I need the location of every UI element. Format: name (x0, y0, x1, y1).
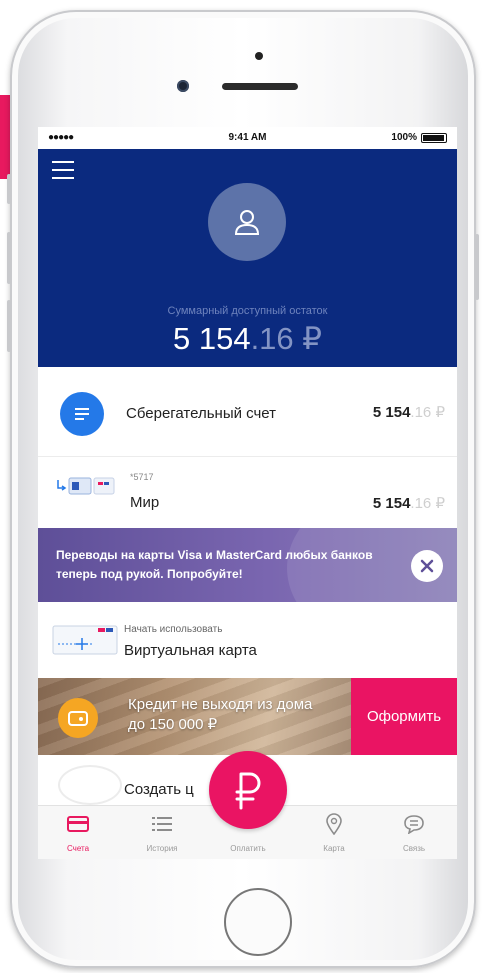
hamburger-icon[interactable] (52, 161, 74, 179)
apply-button[interactable]: Оформить (351, 678, 457, 755)
balance-integer: 5 154 (172, 321, 251, 356)
pay-button[interactable] (209, 751, 287, 829)
tab-history[interactable]: История (122, 806, 202, 859)
close-icon[interactable] (411, 550, 443, 582)
card-thumbnail-icon (57, 477, 115, 495)
account-row-savings[interactable]: Сберегательный счет 5 154.16 ₽ (38, 367, 457, 457)
chat-icon (402, 812, 426, 836)
map-pin-icon (322, 812, 346, 836)
phone-side-button (7, 174, 11, 204)
balance-caption: Суммарный доступный остаток (167, 305, 328, 317)
tab-accounts[interactable]: Счета (38, 806, 118, 859)
wallet-icon (58, 698, 98, 738)
earpiece-speaker (222, 83, 298, 90)
home-button[interactable] (224, 888, 292, 956)
list-icon (150, 812, 174, 836)
credit-banner[interactable]: Кредит не выходя из дома до 150 000 ₽ Оф… (38, 678, 457, 755)
piggy-bank-icon (58, 765, 122, 805)
proximity-sensor (255, 52, 263, 60)
card-number-mask: *5717 (130, 472, 154, 482)
promo-text: Переводы на карты Visa и MasterCard любы… (56, 548, 373, 581)
account-amount: 5 154.16 ₽ (373, 403, 445, 421)
total-balance: 5 154.16 ₽ (38, 321, 457, 357)
balance-fraction: .16 ₽ (250, 321, 322, 356)
virtual-card-row[interactable]: Начать использовать Виртуальная карта (38, 602, 457, 678)
card-amount: 5 154.16 ₽ (373, 494, 445, 512)
tab-label: Счета (66, 844, 90, 853)
transfer-promo-banner[interactable]: Переводы на карты Visa и MasterCard любы… (38, 528, 457, 602)
virtual-card-name: Виртуальная карта (124, 642, 257, 659)
phone-volume-down (7, 300, 11, 352)
tab-label: История (146, 844, 178, 853)
virtual-card-icon (52, 625, 118, 655)
tab-label: Связь (402, 844, 426, 853)
tab-label: Карта (323, 844, 345, 853)
tab-pay-label: Оплатить (230, 844, 266, 853)
front-camera (177, 80, 189, 92)
virtual-card-caption: Начать использовать (124, 624, 223, 635)
create-goal-label: Создать ц (124, 781, 194, 798)
page: ●●●●● 9:41 AM 100% Суммарный доступный о… (0, 0, 483, 973)
amount-fraction: .16 ₽ (410, 495, 445, 512)
status-bar: ●●●●● 9:41 AM 100% (38, 127, 457, 149)
document-icon (60, 392, 104, 436)
amount-integer: 5 154 (372, 404, 411, 421)
user-icon (234, 210, 260, 235)
phone-volume-up (7, 232, 11, 284)
app-screen: ●●●●● 9:41 AM 100% Суммарный доступный о… (38, 127, 457, 859)
battery-percent: 100% (391, 132, 417, 143)
amount-integer: 5 154 (372, 495, 411, 512)
tab-contact[interactable]: Связь (374, 806, 454, 859)
battery-icon (421, 133, 447, 143)
tab-map[interactable]: Карта (294, 806, 374, 859)
card-icon (66, 812, 90, 836)
credit-text: Кредит не выходя из дома до 150 000 ₽ (128, 696, 313, 733)
account-row-card[interactable]: *5717 Мир 5 154.16 ₽ (38, 458, 457, 528)
balance-header: Суммарный доступный остаток 5 154.16 ₽ (38, 149, 457, 367)
phone-power-button (475, 234, 479, 300)
account-name: Сберегательный счет (126, 405, 277, 422)
amount-fraction: .16 ₽ (410, 404, 445, 421)
avatar[interactable] (208, 183, 286, 261)
ruble-icon (235, 772, 261, 810)
card-name: Мир (130, 494, 160, 511)
